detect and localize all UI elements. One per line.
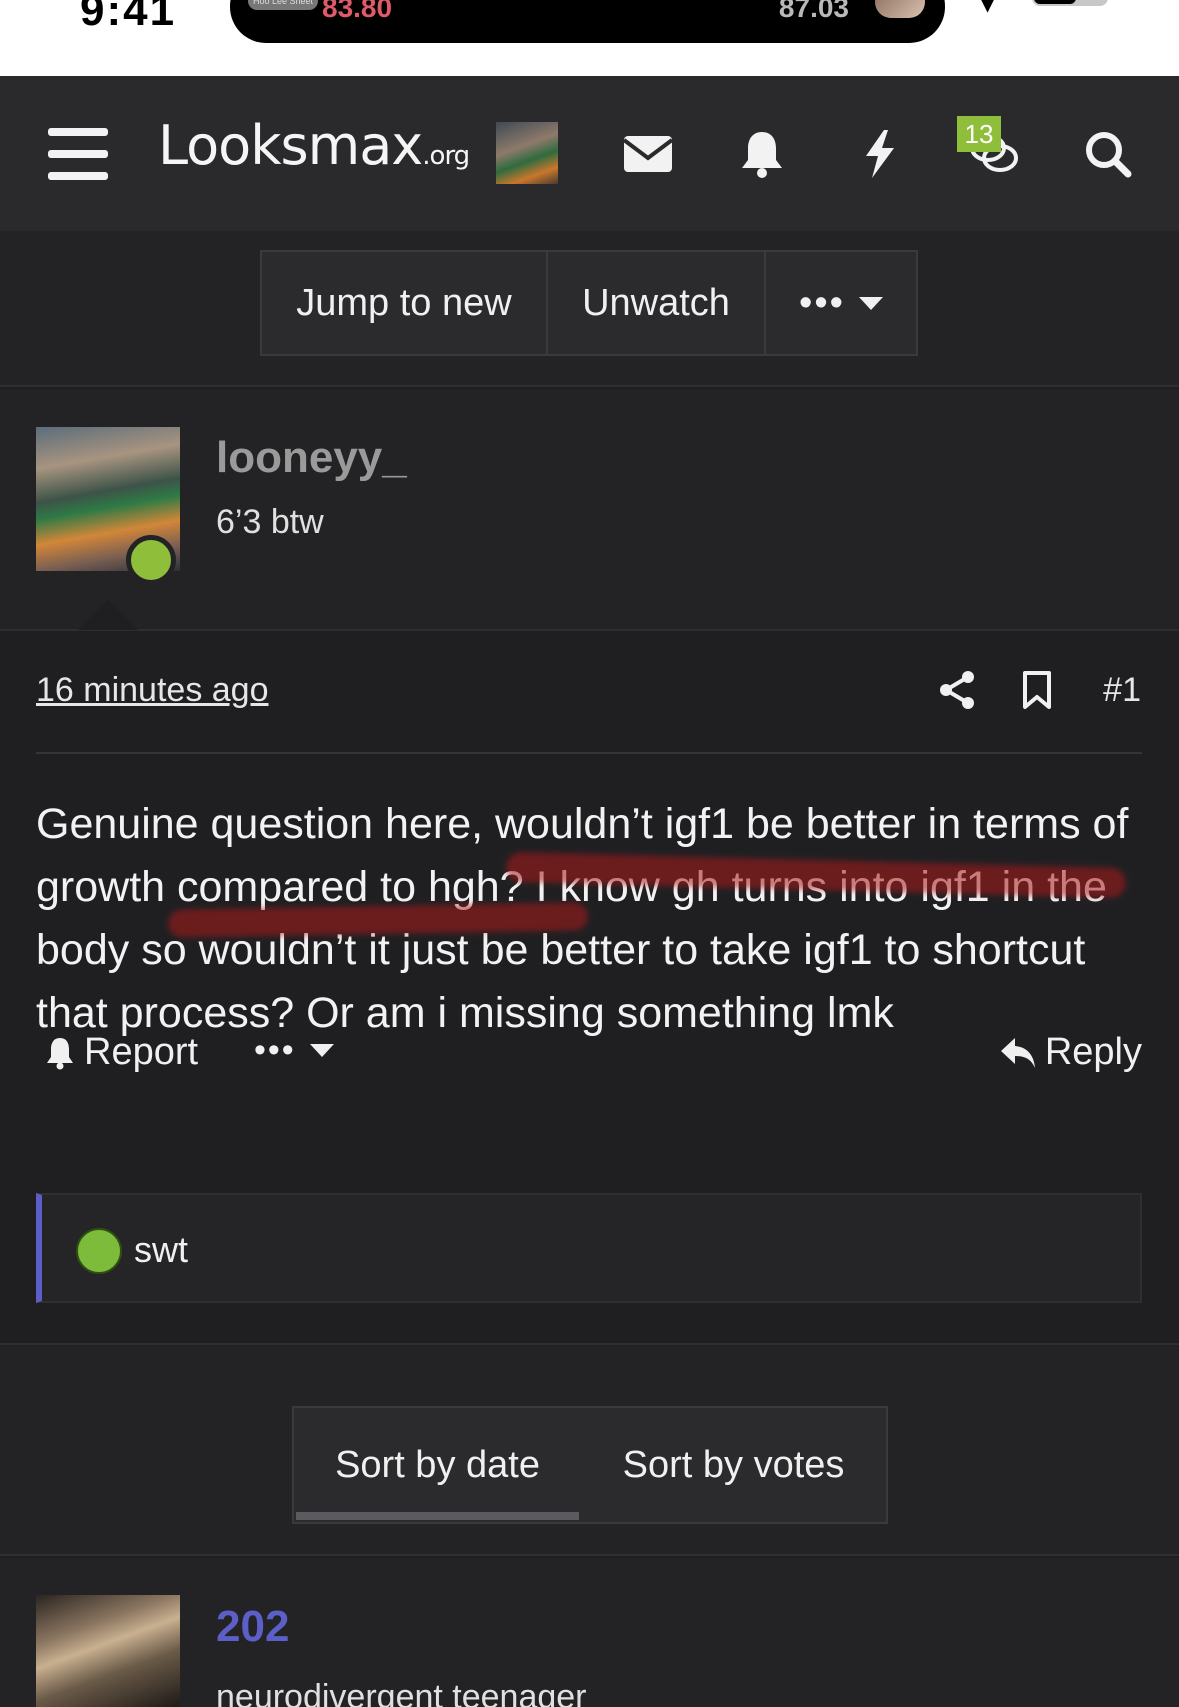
report-label: Report bbox=[84, 1031, 199, 1073]
battery-icon bbox=[1032, 0, 1108, 6]
status-bar: 9:41 Hoo Lee Sheet 83.80 87.03 ▾ bbox=[0, 0, 1179, 76]
sort-bar: Sort by date Sort by votes bbox=[0, 1346, 1179, 1556]
author-name[interactable]: looneyy_ bbox=[216, 433, 407, 483]
reply-icon bbox=[1000, 1037, 1035, 1068]
reactions-bar: swt bbox=[36, 1193, 1142, 1303]
post-timestamp[interactable]: 16 minutes ago bbox=[36, 671, 269, 710]
thread-action-bar: Jump to new Unwatch ••• bbox=[0, 231, 1179, 387]
status-time: 9:41 bbox=[80, 0, 177, 35]
post-number[interactable]: #1 bbox=[1103, 671, 1141, 710]
reply-label: Reply bbox=[1044, 1031, 1142, 1073]
user-avatar[interactable] bbox=[496, 122, 558, 184]
nauseated-face-icon[interactable] bbox=[76, 1228, 122, 1274]
wifi-icon: ▾ bbox=[980, 0, 996, 20]
more-dots: ••• bbox=[799, 281, 845, 324]
site-logo[interactable]: Looksmax.org bbox=[158, 114, 470, 177]
author-name[interactable]: 202 bbox=[216, 1602, 289, 1652]
author-avatar[interactable] bbox=[36, 1595, 180, 1707]
next-post-author: 202 neurodivergent teenager bbox=[0, 1558, 1179, 1707]
author-pointer bbox=[78, 600, 138, 630]
sort-by-date-tab[interactable]: Sort by date bbox=[294, 1408, 581, 1522]
menu-icon[interactable] bbox=[48, 128, 108, 180]
dynamic-island[interactable]: Hoo Lee Sheet 83.80 87.03 bbox=[230, 0, 945, 43]
reaction-user[interactable]: swt bbox=[134, 1229, 188, 1271]
notification-badge: 13 bbox=[957, 116, 1001, 152]
sort-by-votes-tab[interactable]: Sort by votes bbox=[581, 1408, 886, 1522]
chevron-down-icon bbox=[309, 1044, 334, 1057]
mail-icon[interactable] bbox=[620, 126, 676, 182]
bell-icon bbox=[47, 1037, 73, 1069]
post: 16 minutes ago #1 Genuine question here,… bbox=[0, 631, 1179, 1345]
unwatch-button[interactable]: Unwatch bbox=[548, 252, 766, 354]
reply-button[interactable]: Reply bbox=[999, 1031, 1142, 1074]
bell-icon[interactable] bbox=[734, 126, 790, 182]
activity-avatar bbox=[875, 0, 925, 18]
post-author: looneyy_ 6’3 btw bbox=[0, 389, 1179, 631]
report-button[interactable]: Report bbox=[44, 1031, 198, 1074]
divider bbox=[36, 752, 1142, 754]
thread-more-button[interactable]: ••• bbox=[766, 252, 916, 354]
logo-suffix: .org bbox=[422, 141, 470, 171]
post-more-button[interactable]: ••• bbox=[254, 1031, 334, 1070]
activity-left-label: Hoo Lee Sheet bbox=[248, 0, 318, 10]
jump-to-new-button[interactable]: Jump to new bbox=[262, 252, 548, 354]
share-icon[interactable] bbox=[936, 669, 978, 711]
search-icon[interactable] bbox=[1080, 126, 1136, 182]
activity-left-value: 83.80 bbox=[322, 0, 393, 23]
more-dots: ••• bbox=[254, 1031, 296, 1069]
thread-button-group: Jump to new Unwatch ••• bbox=[260, 250, 918, 356]
activity-right-value: 87.03 bbox=[778, 0, 849, 23]
author-title: 6’3 btw bbox=[216, 503, 324, 541]
author-title: neurodivergent teenager bbox=[216, 1678, 587, 1707]
bookmark-icon[interactable] bbox=[1016, 669, 1058, 711]
logo-main: Looksmax bbox=[158, 114, 423, 177]
post-actions: Report ••• Reply bbox=[36, 1031, 1142, 1091]
sort-tabs: Sort by date Sort by votes bbox=[292, 1406, 888, 1524]
online-indicator bbox=[126, 535, 176, 585]
chevron-down-icon bbox=[858, 296, 883, 310]
lightning-icon[interactable] bbox=[852, 126, 908, 182]
site-header: Looksmax.org 13 bbox=[0, 76, 1179, 231]
